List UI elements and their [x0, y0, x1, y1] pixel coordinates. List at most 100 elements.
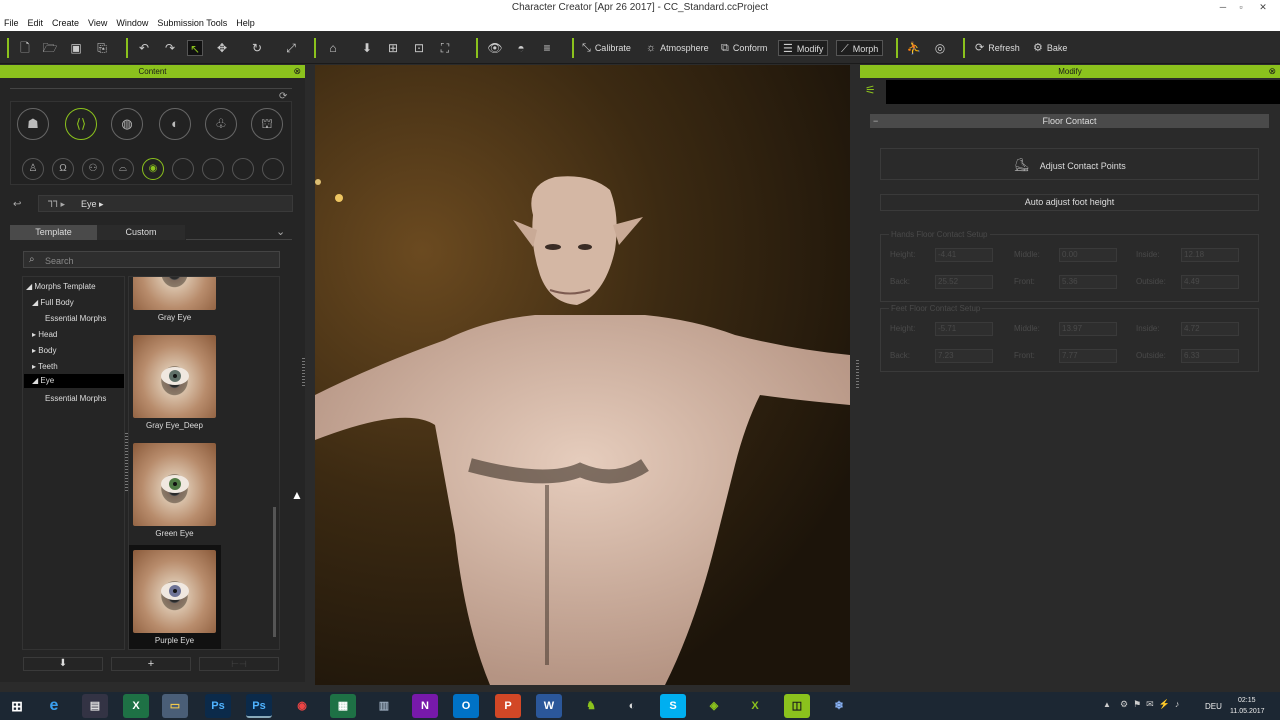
calculator-icon[interactable]: ▥: [371, 694, 397, 718]
menu-submission-tools[interactable]: Submission Tools: [157, 18, 227, 28]
fit-icon[interactable]: ⊞: [385, 40, 401, 56]
morph-thumbnail[interactable]: [133, 335, 216, 418]
photoshop-active-icon[interactable]: Ps: [246, 694, 272, 718]
back-icon[interactable]: ↩: [13, 199, 21, 210]
sphere-app-icon[interactable]: ◐: [619, 694, 645, 718]
face-category-icon[interactable]: ◐: [159, 108, 191, 140]
panel-splitter[interactable]: [302, 358, 305, 388]
chevron-down-icon[interactable]: ⌄: [276, 225, 285, 238]
app-icon[interactable]: ▤: [82, 694, 108, 718]
menu-view[interactable]: View: [88, 18, 107, 28]
new-file-icon[interactable]: 🗋: [17, 40, 33, 56]
undo-icon[interactable]: ↶: [136, 40, 152, 56]
clock-date[interactable]: 11.05.2017: [1230, 708, 1265, 715]
rotate-icon[interactable]: ↻: [249, 40, 265, 56]
menu-help[interactable]: Help: [236, 18, 255, 28]
zoom-icon[interactable]: ⊡: [411, 40, 427, 56]
wire-view-icon[interactable]: ≡: [539, 40, 555, 56]
limbs-sub-icon[interactable]: ⚇: [82, 158, 104, 180]
morph-thumbnail[interactable]: [133, 277, 216, 310]
empty-slot-icon[interactable]: [172, 158, 194, 180]
eye-view-icon[interactable]: 👁: [487, 40, 503, 56]
close-panel-icon[interactable]: ⊗: [293, 65, 301, 78]
collapse-icon[interactable]: −: [873, 114, 878, 128]
empty-slot-icon[interactable]: [202, 158, 224, 180]
download-icon[interactable]: ⬇: [23, 657, 103, 671]
redo-icon[interactable]: ↷: [162, 40, 178, 56]
conform-button[interactable]: ⧉ Conform: [721, 40, 767, 56]
body-sub-icon[interactable]: ♙: [22, 158, 44, 180]
menu-window[interactable]: Window: [116, 18, 148, 28]
bake-button[interactable]: ⚙ Bake: [1033, 40, 1067, 56]
accessory-category-icon[interactable]: ⛫: [251, 108, 283, 140]
clothing-category-icon[interactable]: ♧: [205, 108, 237, 140]
close-panel-icon[interactable]: ⊗: [1268, 65, 1276, 78]
root-crumb-icon[interactable]: ⅂⅂ ▸: [48, 199, 65, 210]
clock-time[interactable]: 02:15: [1238, 697, 1256, 704]
empty-slot-icon[interactable]: [232, 158, 254, 180]
powerpoint-icon[interactable]: P: [495, 694, 521, 718]
refresh-button[interactable]: ⟳ Refresh: [975, 40, 1020, 56]
viewport-splitter[interactable]: [856, 360, 859, 390]
full-body-category-icon[interactable]: ☗: [17, 108, 49, 140]
modify-button[interactable]: ☰ Modify: [778, 40, 829, 56]
chrome-icon[interactable]: ◉: [289, 694, 315, 718]
frame-icon[interactable]: ⛶: [437, 40, 453, 56]
tree-item-eye[interactable]: ◢ Eye: [24, 374, 124, 388]
morph-button[interactable]: ⟋ Morph: [836, 40, 884, 56]
modify-settings-icon[interactable]: ⚟: [865, 83, 876, 97]
search-input[interactable]: ⌕ Search: [23, 251, 280, 268]
maximize-icon[interactable]: ▫: [1232, 0, 1250, 15]
language-indicator[interactable]: DEU: [1205, 702, 1222, 711]
tree-item-full-body[interactable]: ◢ Full Body: [32, 298, 74, 307]
scale-icon[interactable]: ⤢: [283, 40, 299, 56]
breadcrumb-eye[interactable]: Eye: [81, 199, 97, 209]
spreadsheet-icon[interactable]: ▦: [330, 694, 356, 718]
empty-slot-icon[interactable]: [262, 158, 284, 180]
tray-icons[interactable]: ⚙⚑✉⚡♪: [1120, 699, 1184, 710]
morph-thumbnail[interactable]: [133, 550, 216, 633]
auto-adjust-foot-height-button[interactable]: Auto adjust foot height: [880, 194, 1259, 211]
outlook-icon[interactable]: O: [453, 694, 479, 718]
snowflake-app-icon[interactable]: ❄: [826, 694, 852, 718]
add-icon[interactable]: +: [111, 657, 191, 671]
menu-file[interactable]: File: [4, 18, 19, 28]
tree-item-head[interactable]: ▸ Head: [32, 330, 57, 339]
scan-icon[interactable]: ◎: [932, 40, 948, 56]
tree-item-eye-essential-morphs[interactable]: Essential Morphs: [45, 394, 106, 403]
crazytalk-icon[interactable]: X: [742, 694, 768, 718]
head-sub-icon[interactable]: Ω: [52, 158, 74, 180]
tree-item-body[interactable]: ▸ Body: [32, 346, 56, 355]
camera-down-icon[interactable]: ⬇: [359, 40, 375, 56]
file-explorer-icon[interactable]: ▭: [162, 694, 188, 718]
windows-start-icon[interactable]: ⊞: [4, 694, 30, 718]
menu-edit[interactable]: Edit: [28, 18, 44, 28]
open-folder-icon[interactable]: 🗁: [42, 40, 58, 56]
calibrate-button[interactable]: ⤡ Calibrate: [582, 40, 631, 56]
iclone-icon[interactable]: ◈: [701, 694, 727, 718]
render-view-icon[interactable]: ◓: [513, 40, 529, 56]
tab-custom[interactable]: Custom: [97, 225, 185, 240]
adjust-contact-points-button[interactable]: ⛸ Adjust Contact Points: [880, 148, 1259, 180]
move-icon[interactable]: ✥: [214, 40, 230, 56]
teeth-sub-icon[interactable]: ⌓: [112, 158, 134, 180]
tree-item-teeth[interactable]: ▸ Teeth: [32, 362, 58, 371]
internet-explorer-icon[interactable]: e: [41, 694, 67, 718]
scrollbar[interactable]: [273, 507, 276, 637]
eye-sub-icon[interactable]: ◉: [142, 158, 164, 180]
photoshop-icon[interactable]: Ps: [205, 694, 231, 718]
save-icon[interactable]: ▣: [68, 40, 84, 56]
pose-icon[interactable]: ⛹: [906, 40, 922, 56]
skype-icon[interactable]: S: [660, 694, 686, 718]
tree-item-essential-morphs[interactable]: Essential Morphs: [45, 314, 106, 323]
menu-create[interactable]: Create: [52, 18, 79, 28]
home-icon[interactable]: ⌂: [325, 40, 341, 56]
morph-thumbnail[interactable]: [133, 443, 216, 526]
3d-viewport[interactable]: [315, 65, 850, 685]
dragon-app-icon[interactable]: ♞: [578, 694, 604, 718]
export-icon[interactable]: ⎘: [94, 40, 110, 56]
word-icon[interactable]: W: [536, 694, 562, 718]
onenote-icon[interactable]: N: [412, 694, 438, 718]
character-creator-icon[interactable]: ◫: [784, 694, 810, 718]
tray-arrow-icon[interactable]: ▲: [1103, 700, 1111, 709]
